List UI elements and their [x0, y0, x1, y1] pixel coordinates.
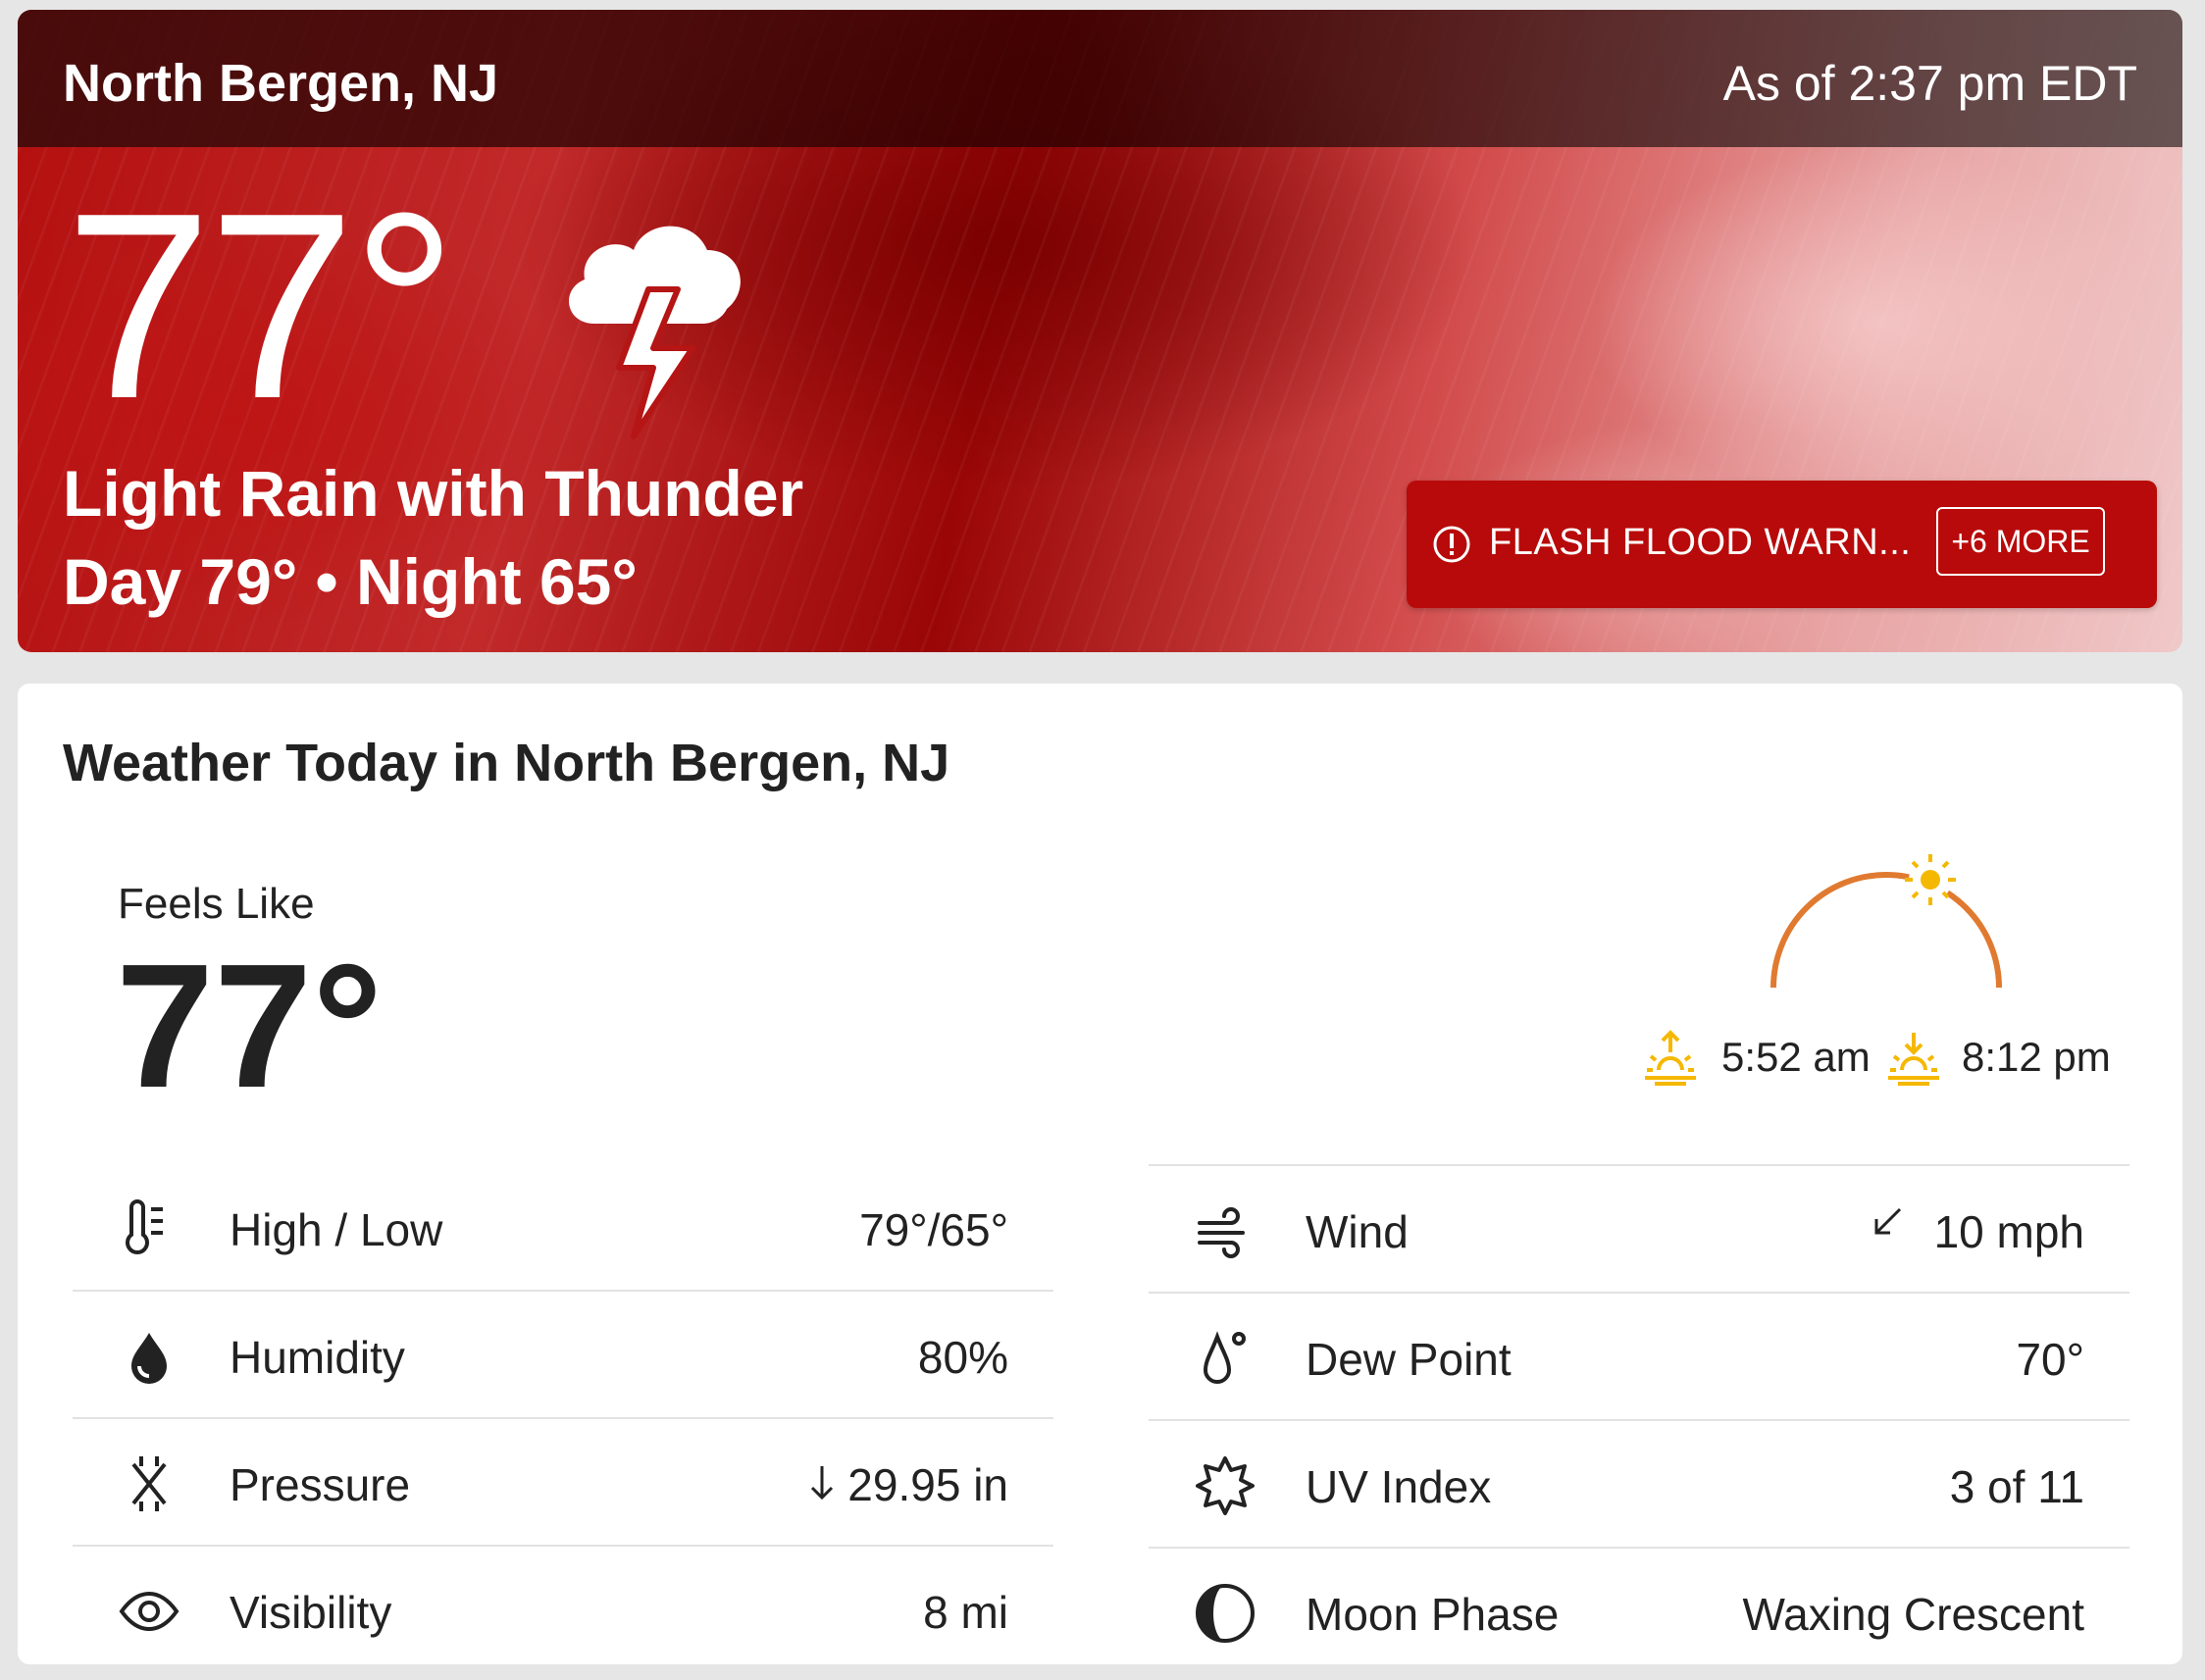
- detail-value: 79°/65°: [859, 1204, 1008, 1255]
- details-right-column: Wind 10 mph Dew Point 70° UV Index 3 of …: [1149, 1164, 2129, 1674]
- wind-icon: [1198, 1207, 1245, 1258]
- uv-index-icon: [1196, 1456, 1255, 1515]
- moon-phase-icon: [1196, 1584, 1255, 1643]
- humidity-drop-icon: [131, 1333, 167, 1384]
- location-title: North Bergen, NJ: [63, 54, 499, 113]
- thunderstorm-icon: [568, 226, 741, 439]
- arrow-down-icon: [810, 1466, 834, 1501]
- detail-label: Wind: [1306, 1206, 1409, 1257]
- alert-exclamation-icon: [1433, 526, 1470, 563]
- wind-direction-arrow-icon: [1874, 1207, 1902, 1235]
- detail-label: Pressure: [230, 1459, 411, 1510]
- detail-label: Humidity: [230, 1332, 405, 1383]
- card-title: Weather Today in North Bergen, NJ: [63, 734, 950, 792]
- pressure-icon: [131, 1456, 167, 1511]
- sunrise-time: 5:52 am: [1721, 1034, 1871, 1080]
- weather-alert-banner[interactable]: FLASH FLOOD WARN... +6 MORE: [1407, 481, 2157, 608]
- detail-value: 70°: [2016, 1334, 2084, 1385]
- detail-label: High / Low: [230, 1204, 443, 1255]
- detail-row-humidity: Humidity 80%: [73, 1290, 1053, 1417]
- details-left-column: High / Low 79°/65° Humidity 80% Pressure: [73, 1164, 1053, 1672]
- current-conditions-hero: North Bergen, NJ As of 2:37 pm EDT 77° L…: [18, 10, 2182, 652]
- observation-time: As of 2:37 pm EDT: [1722, 56, 2137, 111]
- more-alerts-button[interactable]: +6 MORE: [1936, 507, 2105, 576]
- detail-row-uv-index: UV Index 3 of 11: [1149, 1419, 2129, 1547]
- condition-phrase: Light Rain with Thunder: [63, 457, 804, 530]
- detail-value: 10 mph: [1933, 1206, 2084, 1257]
- detail-value: 80%: [917, 1332, 1008, 1383]
- feels-like-value: 77°: [116, 928, 384, 1125]
- detail-row-moon-phase: Moon Phase Waxing Crescent: [1149, 1547, 2129, 1674]
- detail-label: UV Index: [1306, 1461, 1492, 1512]
- current-temperature: 77°: [65, 159, 457, 454]
- detail-label: Visibility: [230, 1587, 392, 1638]
- detail-value: 29.95 in: [847, 1459, 1008, 1510]
- sunset-icon: [1888, 1033, 1939, 1086]
- detail-value: Waxing Crescent: [1742, 1589, 2084, 1640]
- detail-value: 3 of 11: [1949, 1461, 2084, 1512]
- detail-value: 8 mi: [923, 1587, 1008, 1638]
- detail-label: Moon Phase: [1306, 1589, 1560, 1640]
- sun-arc-icon: [1770, 854, 2002, 989]
- weather-today-card: Weather Today in North Bergen, NJ Feels …: [18, 684, 2182, 1664]
- detail-row-high-low: High / Low 79°/65°: [73, 1164, 1053, 1290]
- feels-like-label: Feels Like: [118, 880, 315, 928]
- detail-label: Dew Point: [1306, 1334, 1512, 1385]
- detail-row-visibility: Visibility 8 mi: [73, 1545, 1053, 1672]
- detail-row-wind: Wind 10 mph: [1149, 1164, 2129, 1292]
- dew-point-icon: [1203, 1331, 1246, 1384]
- sunrise-icon: [1645, 1030, 1696, 1086]
- thermometer-icon: [126, 1199, 163, 1254]
- detail-row-dew-point: Dew Point 70°: [1149, 1292, 2129, 1419]
- alert-title[interactable]: FLASH FLOOD WARN...: [1489, 522, 1911, 564]
- visibility-eye-icon: [119, 1591, 179, 1632]
- day-night-temps: Day 79° • Night 65°: [63, 545, 638, 618]
- sunset-time: 8:12 pm: [1962, 1034, 2111, 1080]
- detail-row-pressure: Pressure 29.95 in: [73, 1417, 1053, 1545]
